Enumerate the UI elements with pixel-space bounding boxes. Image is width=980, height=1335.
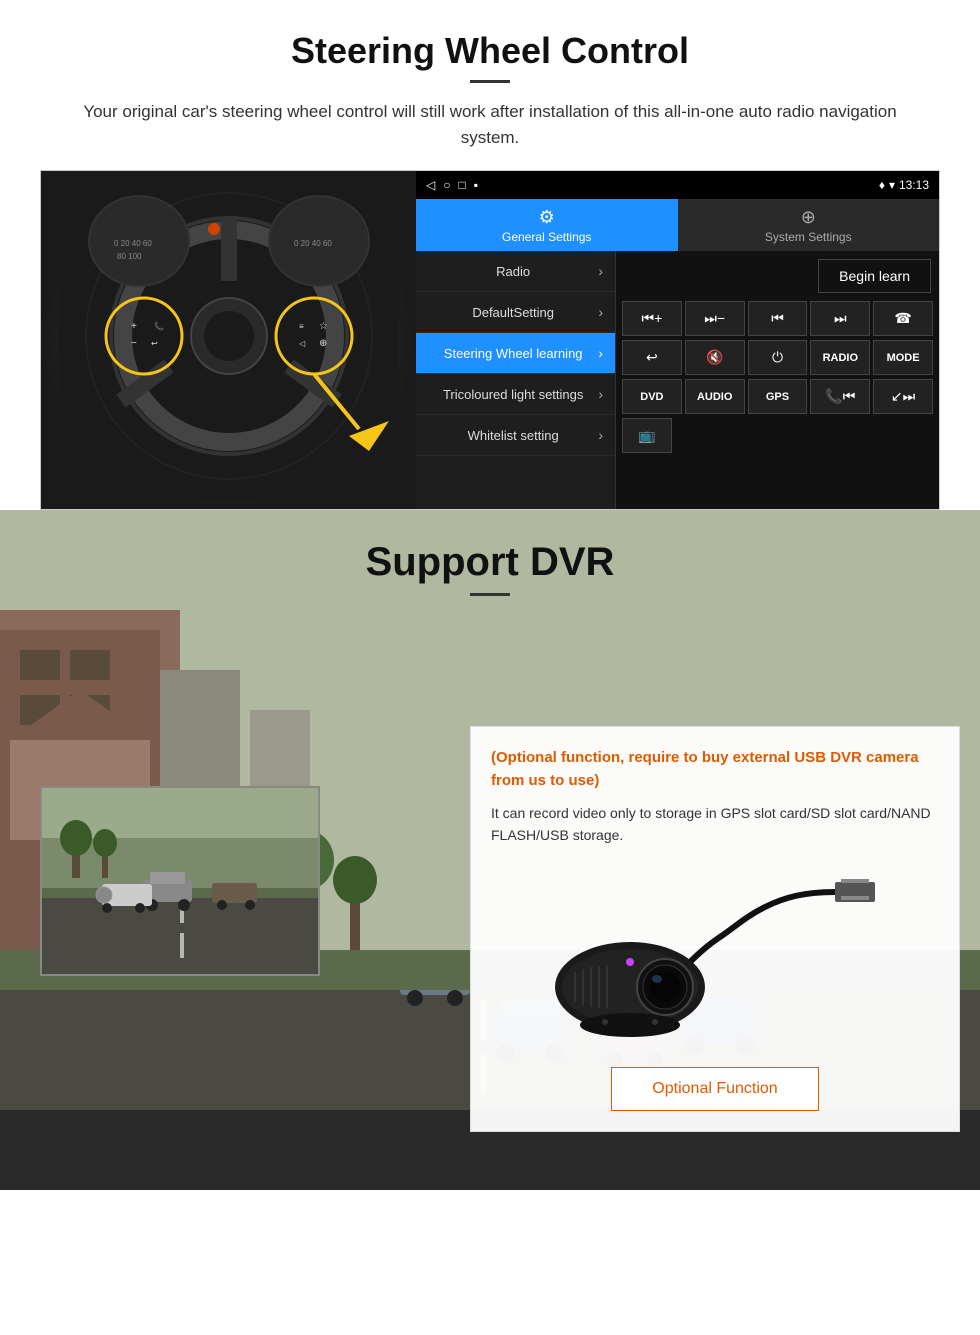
dvr-optional-text: (Optional function, require to buy exter… — [491, 747, 939, 792]
home-icon: ○ — [443, 178, 450, 192]
ctrl-row-3: DVD AUDIO GPS 📞⏮ ↙⏭ — [620, 379, 935, 414]
dvr-camera-image — [491, 857, 939, 1057]
tab-system-settings[interactable]: ⊕ System Settings — [678, 199, 940, 251]
svg-text:−: − — [131, 338, 137, 349]
dvr-content: (Optional function, require to buy exter… — [0, 726, 980, 1132]
svg-text:⊕: ⊕ — [319, 338, 327, 349]
dvr-title-area: Support DVR — [0, 510, 980, 606]
control-panel: Begin learn ⏮+ ⏭− ⏮ ⏭ ☎ ↩ 🔇 ⏻ — [616, 251, 939, 509]
ctrl-btn-vol-down[interactable]: ⏭− — [685, 301, 745, 336]
statusbar-right: ♦ ▾ 13:13 — [879, 178, 929, 192]
dvr-left-panel — [0, 726, 470, 1132]
ctrl-btn-mute[interactable]: 🔇 — [685, 340, 745, 375]
ctrl-btn-prev-next[interactable]: ↙⏭ — [873, 379, 933, 414]
ctrl-btn-vol-up[interactable]: ⏮+ — [622, 301, 682, 336]
clock: 13:13 — [899, 178, 929, 192]
dvr-info-box: (Optional function, require to buy exter… — [470, 726, 960, 1132]
chevron-whitelist-icon: › — [598, 427, 603, 443]
ctrl-btn-hangup[interactable]: ↩ — [622, 340, 682, 375]
android-tabs[interactable]: ⚙ General Settings ⊕ System Settings — [416, 199, 939, 251]
android-menu-list: Radio › DefaultSetting › Steering Wheel … — [416, 251, 616, 509]
ctrl-btn-gps[interactable]: GPS — [748, 379, 808, 414]
svg-text:0 20 40 60: 0 20 40 60 — [114, 239, 152, 248]
steering-wheel-svg: + 📞 − ↩ ≡ ☆ ◁ ⊕ 0 20 40 60 80 100 — [59, 181, 399, 501]
menu-icon: ▪ — [474, 178, 478, 192]
steering-section: Steering Wheel Control Your original car… — [0, 0, 980, 510]
tab-general-label: General Settings — [502, 230, 591, 244]
steering-content-area: + 📞 − ↩ ≡ ☆ ◁ ⊕ 0 20 40 60 80 100 — [40, 170, 940, 510]
dvr-camera-svg — [545, 867, 885, 1047]
ctrl-btn-next[interactable]: ⏭ — [810, 301, 870, 336]
menu-item-tricoloured-label: Tricoloured light settings — [428, 387, 598, 402]
dvr-thumbnail-svg — [42, 788, 320, 976]
steering-photo: + 📞 − ↩ ≡ ☆ ◁ ⊕ 0 20 40 60 80 100 — [41, 171, 416, 510]
tab-system-label: System Settings — [765, 230, 852, 244]
ctrl-btn-power[interactable]: ⏻ — [748, 340, 808, 375]
ctrl-btn-tv[interactable]: 📺 — [622, 418, 672, 453]
steering-title: Steering Wheel Control — [40, 30, 940, 72]
svg-text:80 100: 80 100 — [117, 252, 142, 261]
begin-learn-row: Begin learn — [620, 255, 935, 297]
ctrl-row-1: ⏮+ ⏭− ⏮ ⏭ ☎ — [620, 301, 935, 336]
wifi-icon: ▾ — [889, 178, 895, 192]
steering-divider — [470, 80, 510, 83]
menu-item-steering[interactable]: Steering Wheel learning › — [416, 333, 615, 374]
svg-text:↩: ↩ — [151, 339, 158, 348]
svg-text:+: + — [131, 321, 137, 332]
chevron-tricoloured-icon: › — [598, 386, 603, 402]
android-statusbar: ◁ ○ □ ▪ ♦ ▾ 13:13 — [416, 171, 939, 199]
menu-item-radio[interactable]: Radio › — [416, 251, 615, 292]
menu-item-default[interactable]: DefaultSetting › — [416, 292, 615, 333]
dvr-right-panel: (Optional function, require to buy exter… — [470, 726, 980, 1132]
menu-item-radio-label: Radio — [428, 264, 598, 279]
android-body: Radio › DefaultSetting › Steering Wheel … — [416, 251, 939, 509]
steering-photo-bg: + 📞 − ↩ ≡ ☆ ◁ ⊕ 0 20 40 60 80 100 — [41, 171, 416, 510]
begin-learn-button[interactable]: Begin learn — [818, 259, 931, 293]
menu-item-whitelist[interactable]: Whitelist setting › — [416, 415, 615, 456]
recents-icon: □ — [458, 178, 465, 192]
tab-general-settings[interactable]: ⚙ General Settings — [416, 199, 678, 251]
optional-btn-row: Optional Function — [491, 1067, 939, 1111]
ctrl-row-2: ↩ 🔇 ⏻ RADIO MODE — [620, 340, 935, 375]
svg-text:◁: ◁ — [299, 339, 306, 348]
chevron-default-icon: › — [598, 304, 603, 320]
chevron-radio-icon: › — [598, 263, 603, 279]
ctrl-btn-radio[interactable]: RADIO — [810, 340, 870, 375]
svg-text:☆: ☆ — [319, 321, 328, 332]
ctrl-btn-phone[interactable]: ☎ — [873, 301, 933, 336]
android-ui-panel: ◁ ○ □ ▪ ♦ ▾ 13:13 ⚙ General Settings — [416, 171, 939, 509]
menu-item-tricoloured[interactable]: Tricoloured light settings › — [416, 374, 615, 415]
signal-icon: ♦ — [879, 178, 885, 192]
chevron-steering-icon: › — [598, 345, 603, 361]
svg-text:📞: 📞 — [154, 321, 164, 331]
ctrl-btn-phone-prev[interactable]: 📞⏮ — [810, 379, 870, 414]
menu-item-default-label: DefaultSetting — [428, 305, 598, 320]
system-icon: ⊕ — [801, 207, 816, 228]
settings-gear-icon: ⚙ — [539, 207, 555, 228]
back-icon: ◁ — [426, 178, 435, 192]
svg-text:0 20 40 60: 0 20 40 60 — [294, 239, 332, 248]
dvr-section: Support DVR — [0, 510, 980, 1190]
menu-item-whitelist-label: Whitelist setting — [428, 428, 598, 443]
ctrl-btn-dvd[interactable]: DVD — [622, 379, 682, 414]
dvr-thumbnail — [40, 786, 320, 976]
ctrl-btn-audio[interactable]: AUDIO — [685, 379, 745, 414]
steering-subtitle: Your original car's steering wheel contr… — [65, 99, 915, 150]
dvr-description: It can record video only to storage in G… — [491, 802, 939, 847]
optional-function-button[interactable]: Optional Function — [611, 1067, 818, 1111]
ctrl-btn-prev[interactable]: ⏮ — [748, 301, 808, 336]
svg-text:≡: ≡ — [299, 322, 304, 331]
dvr-divider — [470, 593, 510, 596]
ctrl-btn-mode[interactable]: MODE — [873, 340, 933, 375]
dvr-title: Support DVR — [0, 540, 980, 585]
menu-item-steering-label: Steering Wheel learning — [428, 346, 598, 361]
statusbar-icons: ◁ ○ □ ▪ — [426, 178, 478, 192]
ctrl-row-4: 📺 — [620, 418, 935, 453]
